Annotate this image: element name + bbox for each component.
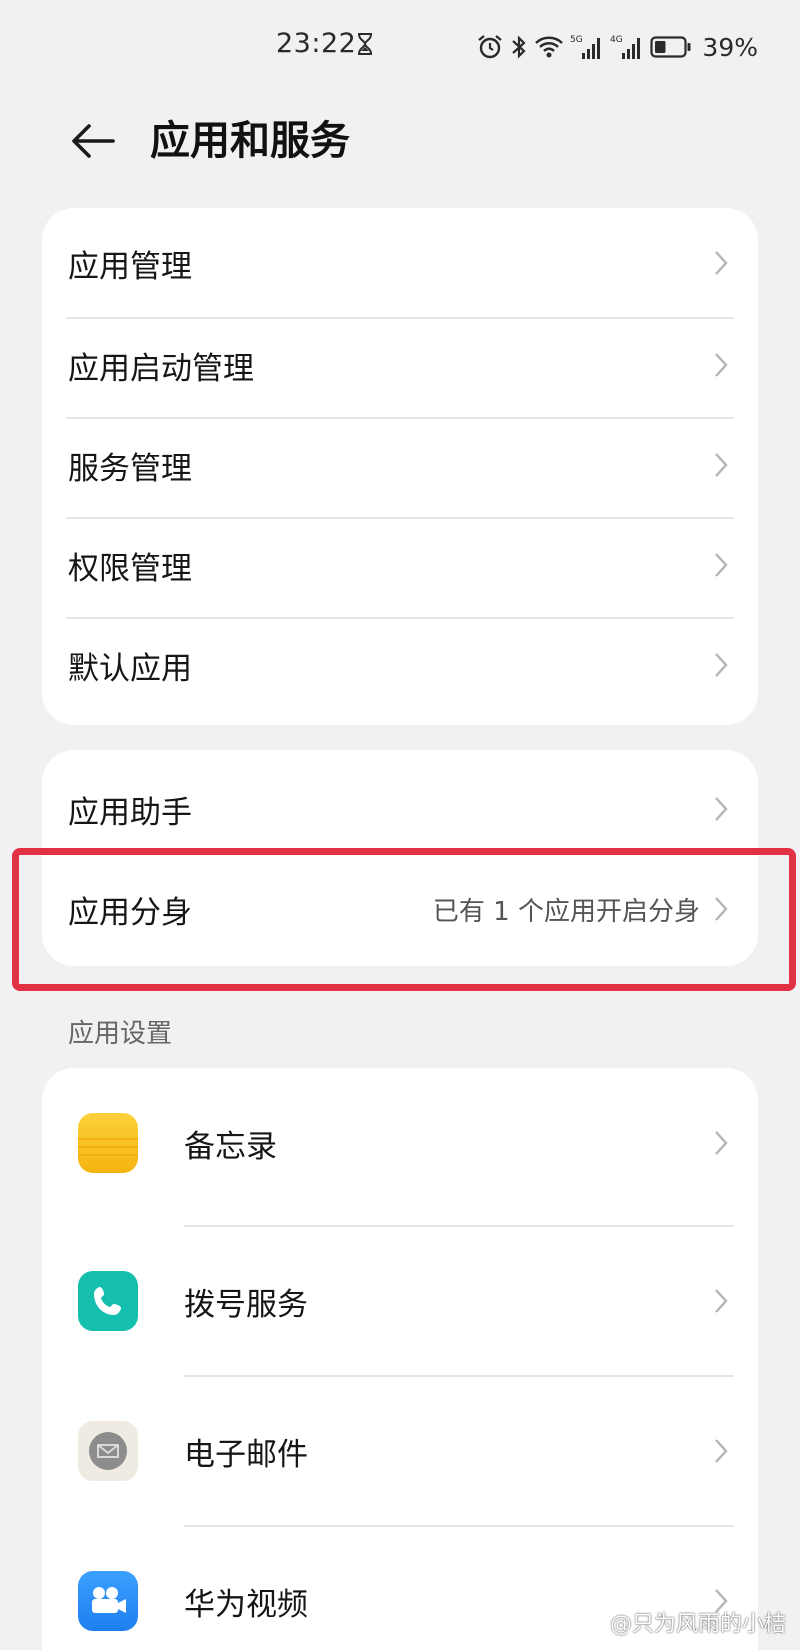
app-item-dialer[interactable]: 拨号服务 [42,1226,758,1376]
signal-4g-label: 4G [610,35,623,45]
notepad-icon [78,1113,138,1173]
header: 应用和服务 [0,94,800,204]
chevron-right-icon [712,650,730,680]
app-item-label: 备忘录 [184,1128,277,1165]
chevron-right-icon [712,248,730,278]
menu-item-app-management[interactable]: 应用管理 [42,216,758,310]
app-services-screen: 23:22 5G 4G 39% 应用和服务 应用管理 应用启动管理 服务管理 权… [0,0,800,1650]
battery-icon [650,35,692,59]
hourglass-icon [356,33,374,61]
chevron-right-icon [712,894,730,924]
alarm-icon [476,33,504,61]
menu-item-label: 应用管理 [68,248,192,285]
chevron-right-icon [712,350,730,380]
menu-item-label: 权限管理 [68,550,192,587]
menu-item-app-assistant[interactable]: 应用助手 [42,762,758,856]
menu-item-label: 默认应用 [68,650,192,687]
phone-icon [78,1271,138,1331]
status-time: 23:22 [276,28,357,59]
menu-item-default-apps[interactable]: 默认应用 [42,618,758,712]
menu-item-app-launch-management[interactable]: 应用启动管理 [42,318,758,412]
menu-item-service-management[interactable]: 服务管理 [42,418,758,512]
battery-percent: 39% [702,32,758,62]
back-button[interactable] [62,112,124,174]
signal-5g-label: 5G [570,35,583,45]
chevron-right-icon [712,794,730,824]
app-item-label: 华为视频 [184,1586,308,1623]
status-icons: 5G 4G 39% [476,30,758,64]
menu-item-permission-management[interactable]: 权限管理 [42,518,758,612]
chevron-right-icon [712,550,730,580]
menu-item-label: 应用助手 [68,794,192,831]
chevron-right-icon [712,1128,730,1158]
app-assistant-card: 应用助手 应用分身 已有 1 个应用开启分身 [42,750,758,966]
app-item-email[interactable]: 电子邮件 [42,1376,758,1526]
app-item-label: 电子邮件 [184,1436,308,1473]
app-item-label: 拨号服务 [184,1286,308,1323]
section-title-app-settings: 应用设置 [68,1019,173,1049]
menu-item-label: 服务管理 [68,450,192,487]
page-title: 应用和服务 [150,118,350,164]
status-bar: 23:22 5G 4G 39% [0,0,800,94]
chevron-right-icon [712,1286,730,1316]
bluetooth-icon [510,33,528,61]
menu-item-label: 应用分身 [68,894,192,931]
menu-item-app-twin[interactable]: 应用分身 已有 1 个应用开启分身 [42,862,758,956]
watermark: @只为风雨的小桔 [609,1612,786,1637]
signal-5g-icon: 5G [570,33,604,61]
app-settings-card: 备忘录 拨号服务 电子邮件 华为视频 [42,1068,758,1650]
mail-icon [78,1421,138,1481]
menu-item-value: 已有 1 个应用开启分身 [432,896,700,927]
chevron-right-icon [712,450,730,480]
signal-4g-icon: 4G [610,33,644,61]
back-arrow-icon [71,123,115,163]
app-management-card: 应用管理 应用启动管理 服务管理 权限管理 默认应用 [42,208,758,725]
video-camera-icon [78,1571,138,1631]
app-item-notepad[interactable]: 备忘录 [42,1068,758,1218]
menu-item-label: 应用启动管理 [68,350,254,387]
chevron-right-icon [712,1436,730,1466]
wifi-icon [534,34,564,60]
